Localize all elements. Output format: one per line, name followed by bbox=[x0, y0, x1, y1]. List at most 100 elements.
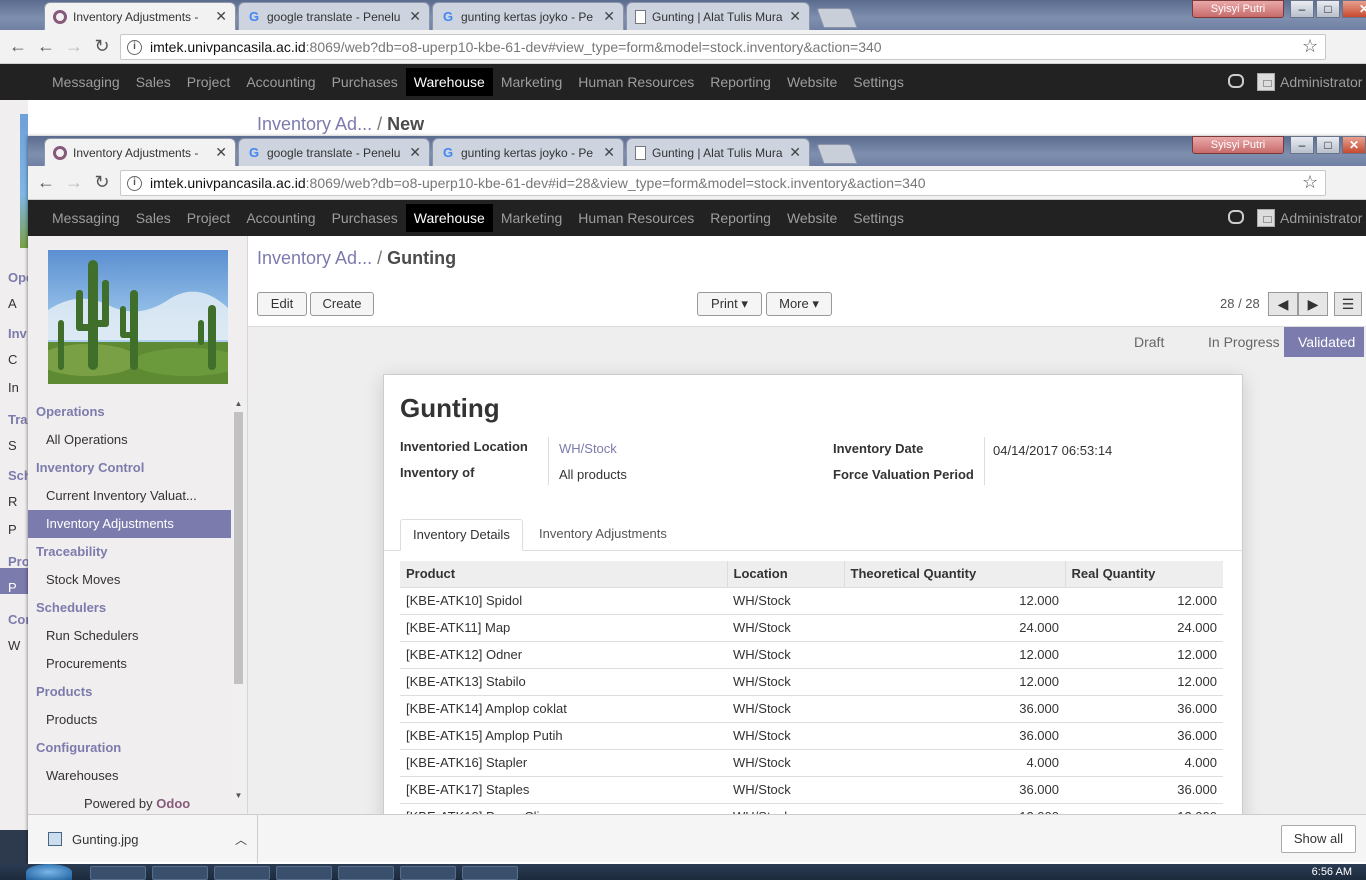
table-row[interactable]: [KBE-ATK16] Stapler WH/Stock 4.000 4.000 bbox=[400, 748, 1223, 776]
edit-button[interactable]: Edit bbox=[257, 292, 307, 316]
column-theoretical-quantity[interactable]: Theoretical Quantity bbox=[844, 561, 1066, 587]
print-dropdown[interactable]: Print ▾ bbox=[697, 292, 762, 316]
reload-icon[interactable]: ↻ bbox=[92, 173, 112, 193]
close-icon[interactable]: ✕ bbox=[603, 144, 615, 161]
forward-arrow-icon[interactable]: → bbox=[64, 37, 84, 57]
scrollbar-thumb[interactable] bbox=[234, 412, 243, 684]
address-bar[interactable]: i imtek.univpancasila.ac.id:8069/web?db=… bbox=[120, 170, 1326, 196]
stage-validated[interactable]: Validated bbox=[1284, 327, 1364, 357]
table-row[interactable]: [KBE-ATK14] Amplop coklat WH/Stock 36.000 3… bbox=[400, 694, 1223, 722]
taskbar-app-icon[interactable] bbox=[462, 866, 518, 880]
user-menu[interactable]: Administrator bbox=[1257, 200, 1362, 236]
back-tab-google-translate[interactable]: G google translate - Penelu ✕ bbox=[238, 2, 430, 30]
taskbar-app-icon[interactable] bbox=[400, 866, 456, 880]
back-menu-project[interactable]: Project bbox=[179, 68, 239, 96]
sidebar-item-stock-moves[interactable]: Stock Moves bbox=[28, 566, 231, 594]
back-arrow-icon[interactable]: ← bbox=[36, 37, 56, 57]
back-menu-website[interactable]: Website bbox=[779, 68, 845, 96]
sidebar-scrollbar[interactable]: ▲ ▼ bbox=[232, 398, 245, 802]
table-row[interactable]: [KBE-ATK10] Spidol WH/Stock 12.000 12.000 bbox=[400, 586, 1223, 614]
menu-settings[interactable]: Settings bbox=[845, 204, 912, 232]
pager-next-button[interactable]: ▶ bbox=[1298, 292, 1328, 316]
menu-reporting[interactable]: Reporting bbox=[702, 204, 779, 232]
reload-icon[interactable]: ↻ bbox=[92, 37, 112, 57]
forward-arrow-icon[interactable]: → bbox=[64, 173, 84, 193]
breadcrumb-parent[interactable]: Inventory Ad... bbox=[257, 248, 372, 268]
sidebar-item-all-operations[interactable]: All Operations bbox=[28, 426, 231, 454]
sidebar-item-procurements[interactable]: Procurements bbox=[28, 650, 231, 678]
back-menu-sales[interactable]: Sales bbox=[128, 68, 179, 96]
back-arrow-icon[interactable]: ← bbox=[36, 173, 56, 193]
menu-project[interactable]: Project bbox=[179, 204, 239, 232]
info-icon[interactable]: i bbox=[127, 39, 142, 55]
stage-draft[interactable]: Draft bbox=[1120, 327, 1178, 357]
start-button[interactable] bbox=[26, 864, 72, 880]
inventoried-location-value[interactable]: WH/Stock bbox=[559, 441, 617, 456]
table-row[interactable]: [KBE-ATK11] Map WH/Stock 24.000 24.000 bbox=[400, 613, 1223, 641]
sidebar-item-run-schedulers[interactable]: Run Schedulers bbox=[28, 622, 231, 650]
scroll-up-icon[interactable]: ▲ bbox=[232, 398, 245, 410]
chat-icon[interactable] bbox=[1228, 210, 1244, 224]
sidebar-item-warehouses[interactable]: Warehouses bbox=[28, 762, 231, 790]
menu-human-resources[interactable]: Human Resources bbox=[570, 204, 702, 232]
menu-warehouse[interactable]: Warehouse bbox=[405, 204, 493, 232]
back-user-menu[interactable]: Administrator bbox=[1257, 64, 1362, 100]
sidebar-item-products[interactable]: Products bbox=[28, 706, 231, 734]
tab-google-translate[interactable]: G google translate - Penelu ✕ bbox=[238, 138, 430, 166]
back-menu-reporting[interactable]: Reporting bbox=[702, 68, 779, 96]
minimize-button[interactable]: – bbox=[1290, 136, 1314, 154]
taskbar-chrome-icon[interactable] bbox=[338, 866, 394, 880]
table-row[interactable]: [KBE-ATK13] Stabilo WH/Stock 12.000 12.000 bbox=[400, 667, 1223, 695]
close-icon[interactable]: ✕ bbox=[789, 144, 801, 161]
window-close-button[interactable]: ✕ bbox=[1342, 136, 1366, 154]
table-row[interactable]: [KBE-ATK17] Staples WH/Stock 36.000 36.000 bbox=[400, 775, 1223, 803]
chevron-up-icon[interactable]: ︿ bbox=[235, 831, 247, 848]
back-tab-gunting-search[interactable]: G gunting kertas joyko - Pe ✕ bbox=[432, 2, 624, 30]
table-row[interactable]: [KBE-ATK12] Odner WH/Stock 12.000 12.000 bbox=[400, 640, 1223, 668]
menu-marketing[interactable]: Marketing bbox=[493, 204, 570, 232]
taskbar-explorer-icon[interactable] bbox=[90, 866, 146, 880]
table-row[interactable]: [KBE-ATK18] Paper ClipsWH/Stock12.00012.… bbox=[400, 802, 1223, 814]
more-dropdown[interactable]: More ▾ bbox=[766, 292, 832, 316]
column-location[interactable]: Location bbox=[727, 561, 845, 587]
powered-by-odoo[interactable]: Powered by Odoo bbox=[84, 796, 190, 811]
taskbar-firefox-icon[interactable] bbox=[276, 866, 332, 880]
taskbar-ie-icon[interactable] bbox=[152, 866, 208, 880]
back-menu-settings[interactable]: Settings bbox=[845, 68, 912, 96]
sidebar-item-inventory-adjustments[interactable]: Inventory Adjustments bbox=[28, 510, 231, 538]
close-icon[interactable]: ✕ bbox=[215, 8, 227, 25]
back-menu-purchases[interactable]: Purchases bbox=[324, 68, 406, 96]
profile-badge[interactable]: Syisyi Putri bbox=[1192, 0, 1284, 18]
back-menu-marketing[interactable]: Marketing bbox=[493, 68, 570, 96]
menu-purchases[interactable]: Purchases bbox=[324, 204, 406, 232]
back-tab-gunting-alat-tulis[interactable]: Gunting | Alat Tulis Mura ✕ bbox=[626, 2, 810, 30]
menu-messaging[interactable]: Messaging bbox=[44, 204, 128, 232]
back-arrow-icon[interactable]: ← bbox=[8, 37, 28, 57]
tab-gunting-alat-tulis[interactable]: Gunting | Alat Tulis Mura ✕ bbox=[626, 138, 810, 166]
new-tab-button[interactable] bbox=[816, 8, 858, 28]
close-icon[interactable]: ✕ bbox=[215, 144, 227, 161]
list-view-button[interactable]: ☰ bbox=[1334, 292, 1362, 316]
tab-gunting-search[interactable]: G gunting kertas joyko - Pe ✕ bbox=[432, 138, 624, 166]
back-menu-human-resources[interactable]: Human Resources bbox=[570, 68, 702, 96]
bookmark-star-icon[interactable]: ☆ bbox=[1302, 36, 1318, 57]
maximize-button[interactable]: □ bbox=[1316, 0, 1340, 18]
tab-inventory-adjustments[interactable]: Inventory Adjustments - ✕ bbox=[44, 138, 236, 166]
menu-sales[interactable]: Sales bbox=[128, 204, 179, 232]
download-item[interactable]: Gunting.jpg ︿ bbox=[28, 815, 258, 863]
scroll-down-icon[interactable]: ▼ bbox=[232, 790, 245, 802]
tab-inventory-details[interactable]: Inventory Details bbox=[400, 519, 523, 551]
stage-in-progress[interactable]: In Progress bbox=[1194, 327, 1294, 357]
column-real-quantity[interactable]: Real Quantity bbox=[1065, 561, 1223, 587]
window-close-button[interactable]: ✕ bbox=[1342, 0, 1366, 18]
menu-accounting[interactable]: Accounting bbox=[238, 204, 323, 232]
close-icon[interactable]: ✕ bbox=[789, 8, 801, 25]
close-icon[interactable]: ✕ bbox=[409, 8, 421, 25]
back-address-bar[interactable]: i imtek.univpancasila.ac.id:8069/web?db=… bbox=[120, 34, 1326, 60]
new-tab-button[interactable] bbox=[816, 144, 858, 164]
show-all-button[interactable]: Show all bbox=[1280, 825, 1356, 853]
info-icon[interactable]: i bbox=[127, 175, 142, 191]
taskbar-media-icon[interactable] bbox=[214, 866, 270, 880]
column-product[interactable]: Product bbox=[400, 561, 728, 587]
back-menu-accounting[interactable]: Accounting bbox=[238, 68, 323, 96]
